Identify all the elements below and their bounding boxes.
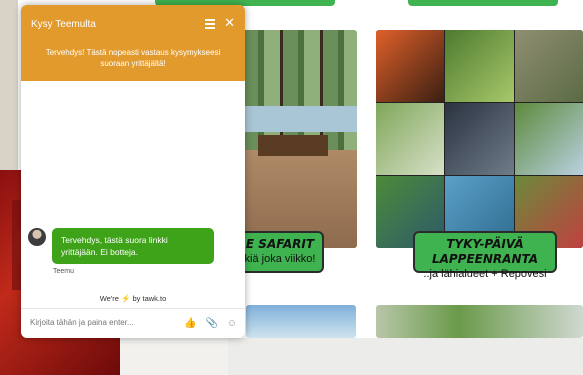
- powered-prefix: We're: [99, 294, 119, 303]
- card-label-safari[interactable]: E SAFARIT kiä joka viikko!: [236, 231, 324, 273]
- page-footer-band-2: [228, 338, 583, 375]
- paperclip-icon[interactable]: 📎: [206, 318, 218, 329]
- powered-by[interactable]: We're ⚡ by tawk.to: [21, 294, 245, 303]
- card-subtitle: kiä joka viikko!: [244, 253, 316, 265]
- card-title: E SAFARIT: [245, 237, 315, 251]
- card-image-bottom-right[interactable]: [376, 305, 583, 338]
- chat-widget[interactable]: Kysy Teemulta ✕ Tervehdys! Tästä nopeast…: [21, 5, 245, 338]
- emoji-icon[interactable]: ☺: [227, 318, 237, 329]
- bolt-icon: ⚡: [121, 294, 131, 303]
- chat-intro-text: Tervehdys! Tästä nopeasti vastaus kysymy…: [45, 48, 221, 68]
- tawk-brand: tawk.to: [142, 294, 167, 303]
- card-subtitle: ..ja lähialueet + Repovesi: [423, 268, 547, 280]
- card-image-safari[interactable]: [240, 30, 357, 248]
- composer-icons: 👍 📎 ☺: [178, 318, 237, 329]
- message-bubble: Tervehdys, tästä suora linkki yrittäjään…: [52, 228, 214, 264]
- card-label-tyky[interactable]: TYKY-PÄIVÄ LAPPEENRANTA ..ja lähialueet …: [413, 231, 557, 280]
- chat-title: Kysy Teemulta: [31, 19, 96, 30]
- top-card-tab-right: [408, 0, 558, 6]
- thumbs-up-icon[interactable]: 👍: [184, 318, 196, 329]
- card-image-bottom-left[interactable]: [246, 305, 356, 338]
- close-icon[interactable]: ✕: [224, 16, 235, 29]
- card-title: TYKY-PÄIVÄ LAPPEENRANTA: [431, 237, 539, 266]
- message-input[interactable]: [30, 318, 180, 327]
- avatar: [28, 228, 46, 246]
- card-image-tyky-collage[interactable]: [376, 30, 583, 248]
- menu-icon[interactable]: [205, 19, 215, 29]
- powered-suffix: by: [132, 294, 141, 303]
- chat-header: Kysy Teemulta ✕ Tervehdys! Tästä nopeast…: [21, 5, 245, 81]
- message-sender: Teemu: [53, 268, 75, 275]
- chat-composer: 👍 📎 ☺: [21, 308, 245, 338]
